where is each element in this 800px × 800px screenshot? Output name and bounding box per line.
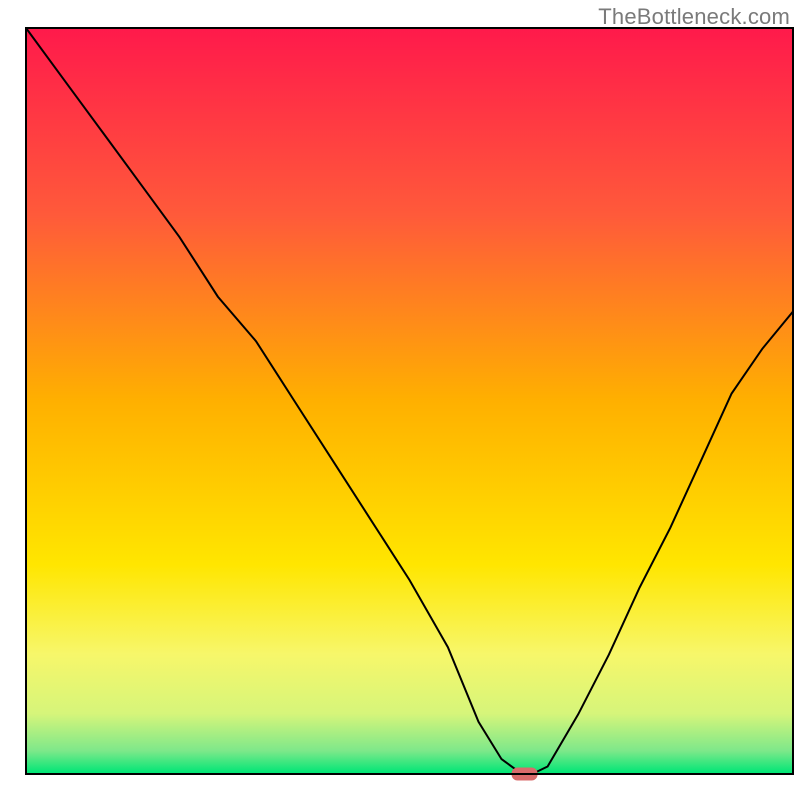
chart-container: TheBottleneck.com (0, 0, 800, 800)
plot-background (27, 29, 792, 773)
bottleneck-chart (0, 0, 800, 800)
